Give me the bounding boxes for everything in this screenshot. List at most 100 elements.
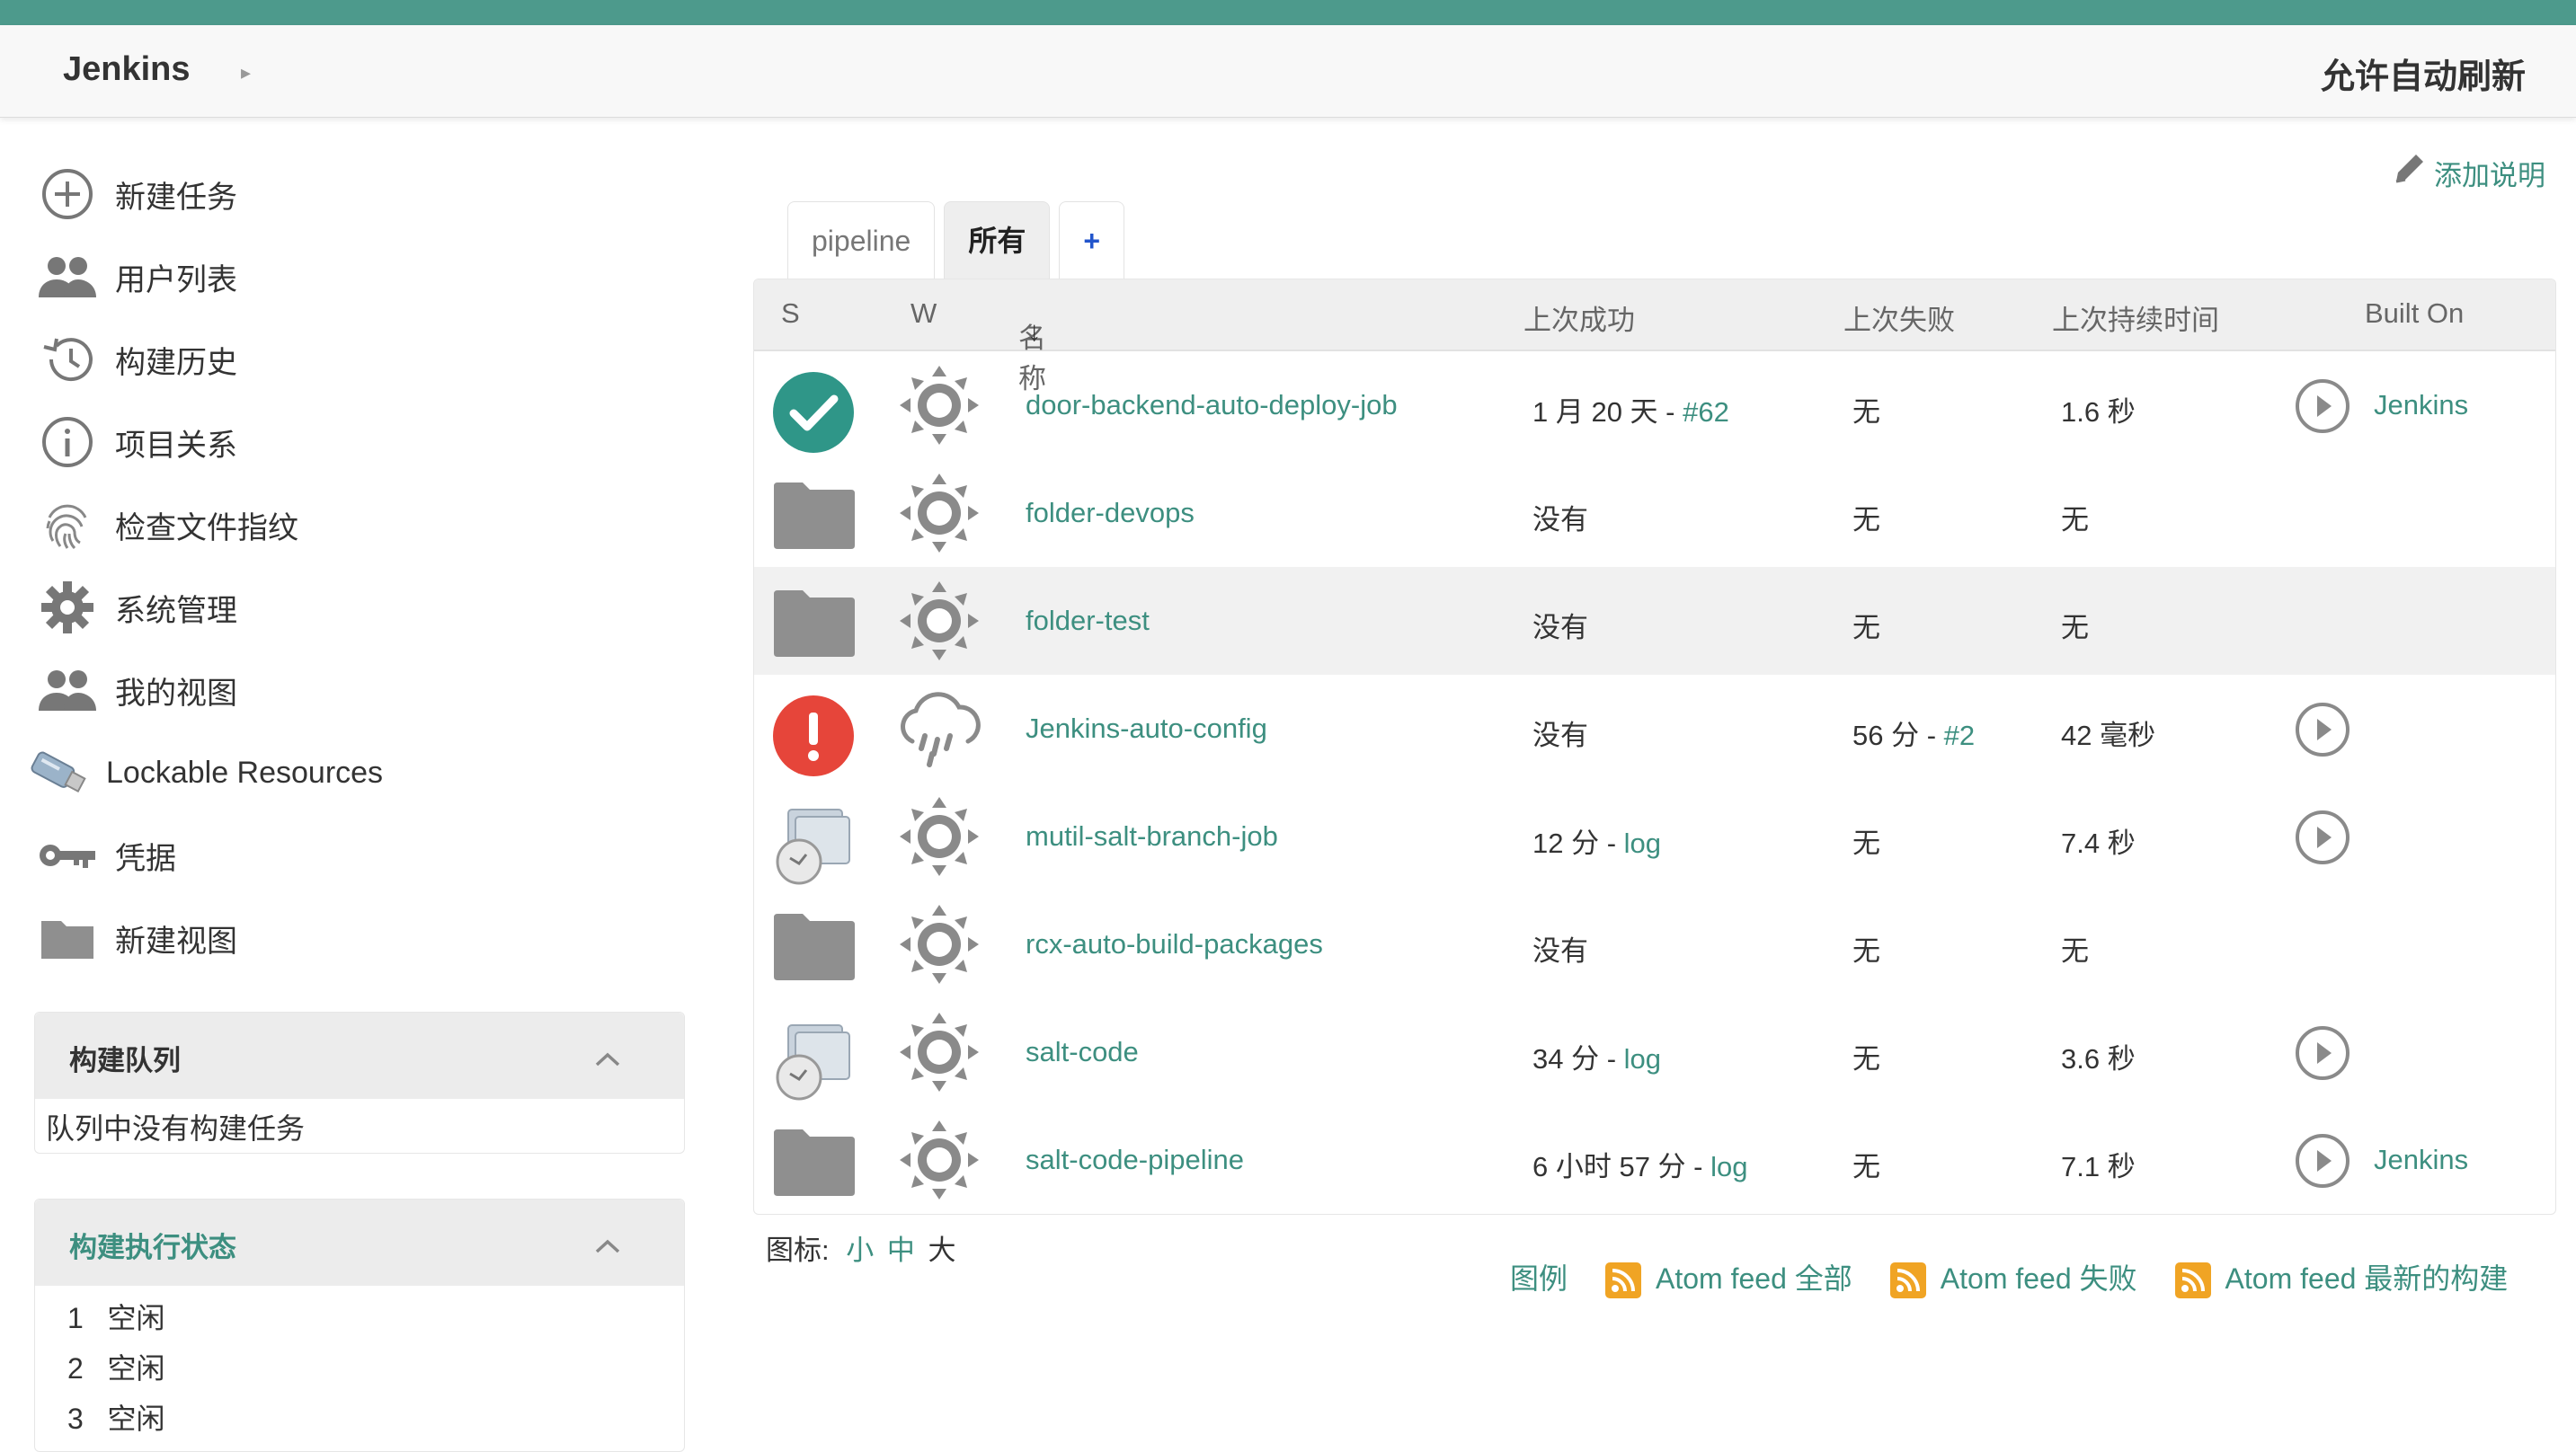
job-name-link[interactable]: Jenkins-auto-config bbox=[1026, 713, 1267, 745]
job-name-link[interactable]: folder-test bbox=[1026, 605, 1150, 637]
sidebar-item-fingerprint[interactable]: 检查文件指纹 bbox=[36, 483, 701, 566]
column-header-built-on[interactable]: Built On bbox=[2365, 297, 2464, 330]
add-view-tab[interactable]: + bbox=[1059, 201, 1125, 279]
schedule-build-play-icon[interactable] bbox=[2295, 702, 2350, 765]
atom-feed-all-link[interactable]: Atom feed 全部 bbox=[1605, 1256, 1852, 1298]
folder-icon[interactable] bbox=[772, 481, 857, 556]
column-header-last-duration[interactable]: 上次持续时间 bbox=[2052, 297, 2219, 338]
schedule-build-play-icon[interactable] bbox=[2295, 1133, 2350, 1196]
last-failure-text: 56 分 - bbox=[1852, 720, 1944, 751]
job-name-link[interactable]: salt-code bbox=[1026, 1036, 1139, 1068]
last-success-cell: 34 分 - log bbox=[1532, 1036, 1661, 1076]
pencil-icon bbox=[2391, 151, 2427, 194]
plus-circle-icon bbox=[36, 163, 99, 226]
sidebar-item-manage-jenkins[interactable]: 系统管理 bbox=[36, 566, 701, 649]
jenkins-home-link[interactable]: Jenkins bbox=[63, 50, 191, 89]
last-failure-cell: 无 bbox=[1852, 605, 1880, 645]
schedule-build-play-icon[interactable] bbox=[2295, 810, 2350, 872]
sunny-weather-icon[interactable] bbox=[900, 366, 979, 452]
multibranch-project-icon[interactable] bbox=[772, 1018, 855, 1108]
sidebar-item-label: 项目关系 bbox=[115, 428, 237, 463]
schedule-build-play-icon[interactable] bbox=[2295, 378, 2350, 441]
sidebar-item-label: 新建任务 bbox=[115, 180, 237, 215]
sunny-weather-icon[interactable] bbox=[900, 905, 979, 991]
executor-status-title[interactable]: 构建执行状态 bbox=[69, 1225, 236, 1265]
executor-state: 空闲 bbox=[107, 1352, 165, 1385]
icon-size-small-link[interactable]: 小 bbox=[846, 1235, 874, 1266]
job-name-link[interactable]: door-backend-auto-deploy-job bbox=[1026, 389, 1398, 421]
rain-cloud-weather-icon[interactable] bbox=[893, 689, 986, 779]
chevron-up-icon[interactable] bbox=[594, 1230, 621, 1262]
last-success-text: 12 分 - bbox=[1532, 828, 1624, 859]
sunny-weather-icon[interactable] bbox=[900, 474, 979, 560]
build-queue-title[interactable]: 构建队列 bbox=[69, 1038, 181, 1078]
sidebar-item-lockable-resources[interactable]: Lockable Resources bbox=[27, 731, 701, 814]
last-duration-cell: 3.6 秒 bbox=[2061, 1043, 2136, 1075]
last-success-build-link[interactable]: log bbox=[1624, 1043, 1661, 1075]
build-queue-empty-text: 队列中没有构建任务 bbox=[46, 1112, 306, 1145]
column-header-status[interactable]: S bbox=[781, 297, 800, 330]
executor-status-header[interactable]: 构建执行状态 bbox=[35, 1200, 684, 1286]
column-header-weather[interactable]: W bbox=[910, 297, 937, 330]
column-header-last-success[interactable]: 上次成功 bbox=[1523, 297, 1635, 338]
executor-number: 2 bbox=[67, 1352, 84, 1385]
failed-exclamation-icon[interactable] bbox=[772, 695, 855, 784]
feed-links: 图例 Atom feed 全部 Atom feed 失败 Atom feed 最… bbox=[1510, 1256, 2509, 1298]
last-failure-build-link[interactable]: #2 bbox=[1944, 720, 1975, 751]
built-on-node-link[interactable]: Jenkins bbox=[2374, 389, 2468, 421]
sidebar-item-credentials[interactable]: 凭据 bbox=[36, 814, 701, 897]
icon-size-medium-link[interactable]: 中 bbox=[887, 1235, 915, 1266]
success-check-icon[interactable] bbox=[772, 371, 855, 461]
multibranch-project-icon[interactable] bbox=[772, 802, 855, 892]
last-failure-text: 无 bbox=[1852, 1043, 1880, 1075]
atom-feed-failed-link[interactable]: Atom feed 失败 bbox=[1889, 1256, 2137, 1298]
folder-icon[interactable] bbox=[772, 589, 857, 664]
atom-feed-latest-label: Atom feed 最新的构建 bbox=[2225, 1262, 2509, 1295]
sunny-weather-icon[interactable] bbox=[900, 581, 979, 668]
job-name-link[interactable]: folder-devops bbox=[1026, 497, 1195, 529]
sidebar-item-new-view[interactable]: 新建视图 bbox=[36, 897, 701, 979]
auto-refresh-link[interactable]: 允许自动刷新 bbox=[2321, 49, 2526, 98]
built-on-node-link[interactable]: Jenkins bbox=[2374, 1144, 2468, 1176]
tab-all[interactable]: 所有 bbox=[944, 201, 1051, 279]
last-success-build-link[interactable]: #62 bbox=[1683, 396, 1729, 428]
executor-status-pane: 构建执行状态 1 空闲 2 空闲 3 空闲 bbox=[34, 1199, 685, 1452]
build-queue-header[interactable]: 构建队列 bbox=[35, 1013, 684, 1099]
last-duration-cell: 无 bbox=[2061, 935, 2089, 967]
last-success-build-link[interactable]: log bbox=[1624, 828, 1661, 859]
last-success-build-link[interactable]: log bbox=[1710, 1151, 1747, 1182]
table-header: S W 名称 ↓ 上次成功 上次失败 上次持续时间 Built On bbox=[754, 279, 2555, 394]
last-duration-cell: 7.1 秒 bbox=[2061, 1151, 2136, 1182]
sidebar-item-users[interactable]: 用户列表 bbox=[36, 235, 701, 318]
atom-feed-latest-link[interactable]: Atom feed 最新的构建 bbox=[2174, 1256, 2509, 1298]
table-row: door-backend-auto-deploy-job 1 月 20 天 - #… bbox=[754, 351, 2555, 459]
schedule-build-play-icon[interactable] bbox=[2295, 1025, 2350, 1088]
breadcrumb-arrow-icon[interactable]: ▸ bbox=[241, 61, 251, 84]
job-name-link[interactable]: mutil-salt-branch-job bbox=[1026, 820, 1278, 853]
last-success-cell: 没有 bbox=[1532, 928, 1588, 969]
sidebar-item-new-job[interactable]: 新建任务 bbox=[36, 153, 701, 235]
folder-icon[interactable] bbox=[772, 912, 857, 987]
chevron-up-icon[interactable] bbox=[594, 1043, 621, 1076]
sidebar-item-project-relationship[interactable]: 项目关系 bbox=[36, 401, 701, 483]
sidebar-item-label: 系统管理 bbox=[115, 593, 237, 628]
folder-icon bbox=[36, 907, 99, 969]
job-name-link[interactable]: rcx-auto-build-packages bbox=[1026, 928, 1323, 961]
last-failure-text: 无 bbox=[1852, 504, 1880, 536]
people-icon bbox=[36, 659, 99, 722]
sidebar-item-build-history[interactable]: 构建历史 bbox=[36, 318, 701, 401]
history-icon bbox=[36, 328, 99, 391]
job-name-link[interactable]: salt-code-pipeline bbox=[1026, 1144, 1244, 1176]
sunny-weather-icon[interactable] bbox=[900, 1013, 979, 1099]
legend-link[interactable]: 图例 bbox=[1510, 1256, 1568, 1297]
sunny-weather-icon[interactable] bbox=[900, 1120, 979, 1207]
tab-pipeline[interactable]: pipeline bbox=[787, 201, 936, 279]
last-failure-cell: 无 bbox=[1852, 820, 1880, 861]
folder-icon[interactable] bbox=[772, 1128, 857, 1203]
sunny-weather-icon[interactable] bbox=[900, 797, 979, 883]
add-description-link[interactable]: 添加说明 bbox=[2391, 151, 2545, 194]
sort-down-arrow-icon: ↓ bbox=[1027, 315, 1042, 347]
column-header-last-failure[interactable]: 上次失败 bbox=[1843, 297, 1955, 338]
sidebar-item-my-views[interactable]: 我的视图 bbox=[36, 649, 701, 731]
view-tabs: pipeline 所有 + bbox=[787, 201, 1133, 279]
